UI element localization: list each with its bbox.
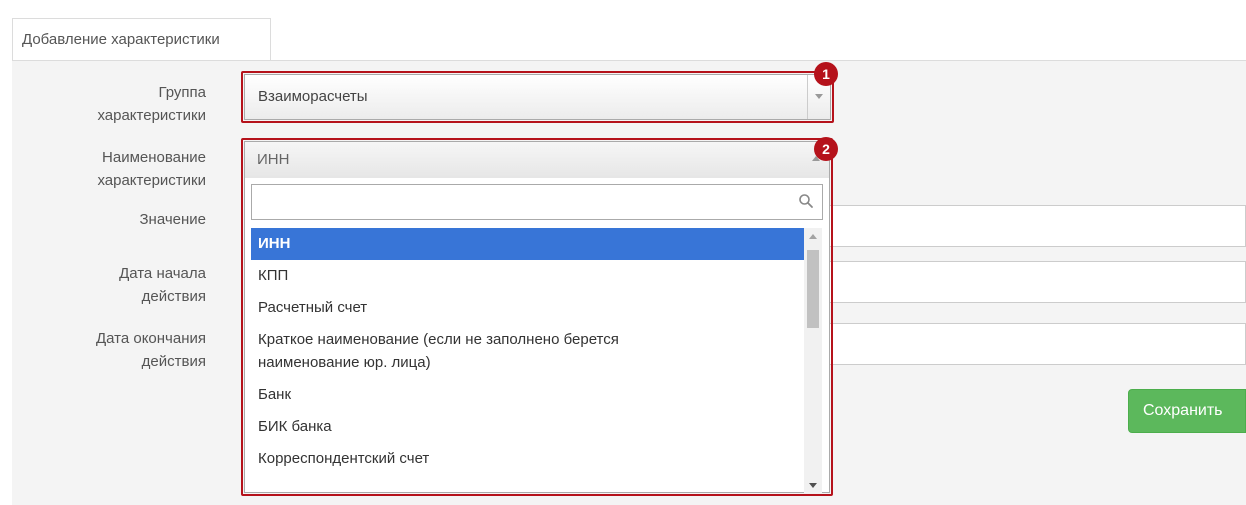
start-date-input[interactable] xyxy=(829,261,1246,303)
tab-add-characteristic[interactable]: Добавление характеристики xyxy=(12,18,271,60)
label-end-date: Дата окончания действия xyxy=(95,330,206,370)
save-button[interactable]: Сохранить xyxy=(1128,389,1246,433)
top-band xyxy=(0,0,1246,18)
badge-1: 1 xyxy=(814,62,838,86)
end-date-input[interactable] xyxy=(829,323,1246,365)
highlight-box-1 xyxy=(241,71,834,123)
highlight-box-2 xyxy=(241,138,833,496)
badge-2: 2 xyxy=(814,137,838,161)
label-name: Наименование характеристики xyxy=(97,149,206,189)
value-input[interactable] xyxy=(829,205,1246,247)
label-group: Группа характеристики xyxy=(97,84,206,124)
label-value: Значение xyxy=(139,211,206,228)
label-start-date: Дата начала действия xyxy=(119,265,206,305)
